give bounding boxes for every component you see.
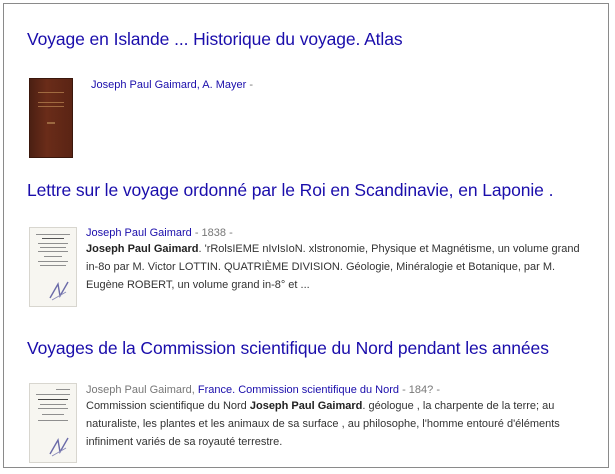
cover-rule — [38, 102, 64, 103]
page-text-line — [38, 261, 68, 262]
document-page-icon[interactable] — [29, 227, 77, 307]
result-title-link[interactable]: Lettre sur le voyage ordonné par le Roi … — [27, 179, 597, 201]
page-text-line — [40, 247, 66, 248]
signature-mark — [49, 437, 69, 457]
snippet-text: Commission scientifique du Nord — [86, 400, 250, 412]
result-snippet: Joseph Paul Gaimard. 'rRolsIEME nIvIsIoN… — [86, 240, 594, 294]
cover-rule — [38, 106, 64, 107]
page-text-line — [36, 234, 70, 235]
meta-suffix: - 184? - — [399, 384, 440, 396]
meta-suffix: - — [246, 79, 254, 91]
signature-mark — [49, 281, 69, 301]
page-text-line — [38, 420, 68, 421]
meta-suffix: - 1838 - — [191, 227, 233, 239]
book-cover-icon[interactable] — [29, 78, 73, 158]
page-text-line — [38, 251, 68, 252]
result-meta: Joseph Paul Gaimard, A. Mayer - — [91, 76, 253, 94]
cover-rule — [38, 92, 64, 93]
search-result: Lettre sur le voyage ordonné par le Roi … — [27, 179, 597, 307]
cover-label — [47, 122, 55, 124]
author-text: Joseph Paul Gaimard, — [86, 384, 198, 396]
search-result: Voyages de la Commission scientifique du… — [27, 337, 597, 463]
author-link[interactable]: Joseph Paul Gaimard — [86, 227, 192, 239]
page-text-line — [40, 404, 66, 405]
page-text-line — [42, 238, 64, 239]
page-text-line — [40, 265, 66, 266]
results-panel: Voyage en Islande ... Historique du voya… — [3, 3, 609, 468]
result-title-link[interactable]: Voyage en Islande ... Historique du voya… — [27, 28, 597, 50]
page-text-line — [56, 389, 70, 390]
page-text-line — [38, 399, 68, 400]
page-text-line — [38, 408, 68, 409]
result-snippet: Commission scientifique du Nord Joseph P… — [86, 397, 594, 451]
snippet-highlight: Joseph Paul Gaimard — [86, 243, 199, 255]
result-title-link[interactable]: Voyages de la Commission scientifique du… — [27, 337, 597, 359]
page-text-line — [36, 394, 70, 395]
author-link[interactable]: Joseph Paul Gaimard, A. Mayer — [91, 79, 246, 91]
page-text-line — [42, 414, 64, 415]
page-text-line — [38, 243, 68, 244]
page-text-line — [44, 256, 62, 257]
document-page-icon[interactable] — [29, 383, 77, 463]
snippet-highlight: Joseph Paul Gaimard — [249, 400, 363, 412]
author-link[interactable]: France. Commission scientifique du Nord — [198, 384, 399, 396]
search-result: Voyage en Islande ... Historique du voya… — [27, 28, 597, 158]
